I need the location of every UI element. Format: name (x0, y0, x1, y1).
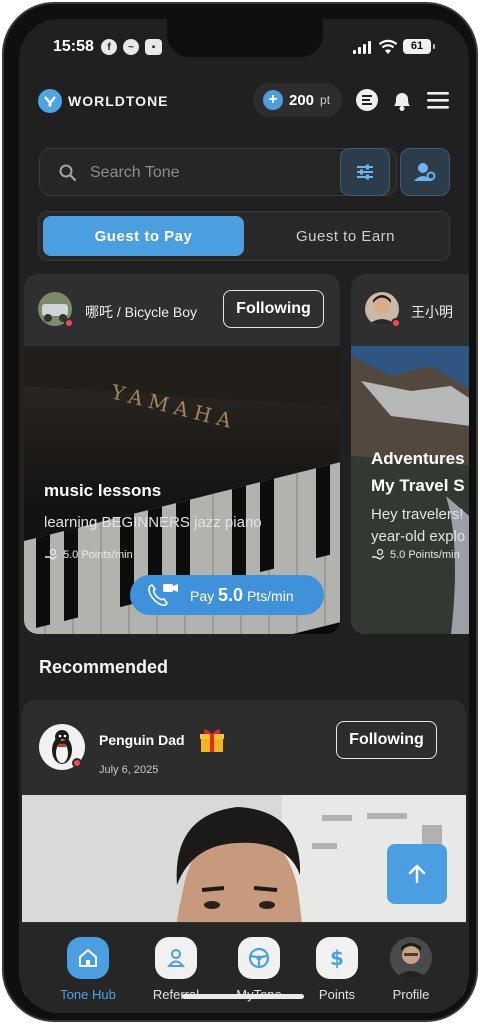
mode-toggle: Guest to Pay Guest to Earn (38, 211, 450, 261)
wifi-icon (378, 39, 398, 54)
notification-icons: f ~ ▪ (101, 39, 162, 55)
card-description-line-2: year-old explo (371, 528, 466, 545)
steering-icon (238, 937, 280, 979)
pay-video-call-button[interactable]: Pay 5.0 Pts/min (130, 575, 324, 615)
pay-unit: Pts/min (246, 587, 294, 604)
card-host-name: 哪吒 / Bicycle Boy (85, 304, 198, 320)
section-title: Recommended (39, 657, 169, 677)
facebook-icon: f (101, 39, 117, 55)
brand-logo[interactable]: WORLDTONE (38, 89, 169, 113)
post-date: July 6, 2025 (99, 764, 159, 776)
filter-button[interactable] (340, 148, 390, 196)
cell-signal-icon (353, 41, 371, 54)
dollar-icon: $ (316, 937, 358, 979)
points-balance[interactable]: + 200 pt (253, 83, 343, 117)
status-time: 15:58 (53, 38, 94, 55)
live-status-dot (391, 318, 401, 328)
points-unit: pt (320, 93, 331, 107)
camera-notch (167, 19, 323, 57)
menu-icon[interactable] (425, 87, 451, 113)
nav-label: Tone Hub (60, 987, 116, 1002)
phone-frame: 15:58 f ~ ▪ 61 WORLDTONE + 200 pt Search… (2, 2, 478, 1022)
points-value: 200 (289, 91, 315, 109)
home-indicator (182, 994, 304, 999)
card-rate: 5.0 Points/min (44, 548, 133, 562)
guest-to-pay-tab[interactable]: Guest to Pay (43, 216, 244, 256)
messenger-icon: ~ (123, 39, 139, 55)
profile-avatar (390, 937, 432, 979)
pay-label: Pay 5.0 Pts/min (190, 585, 294, 606)
card-title-line-2: My Travel S (371, 476, 465, 495)
card-title: music lessons (44, 481, 162, 500)
nav-points[interactable]: $ Points (297, 937, 377, 1002)
add-points-icon[interactable]: + (263, 90, 283, 110)
bell-icon[interactable] (389, 87, 415, 113)
card-rate: 5.0 Points/min (371, 548, 460, 562)
card-header: 哪吒 / Bicycle Boy Following (24, 274, 340, 346)
nav-profile[interactable]: Profile (371, 937, 451, 1002)
card-description: Hey travelers! (371, 506, 464, 523)
following-button[interactable]: Following (336, 721, 437, 759)
battery-indicator: 61 (403, 39, 435, 54)
logo-icon (38, 89, 62, 113)
avatar[interactable] (39, 724, 85, 770)
card-rate-text: 5.0 Points/min (63, 549, 133, 561)
app-screen: 15:58 f ~ ▪ 61 WORLDTONE + 200 pt Search… (19, 19, 469, 1013)
live-status-dot (72, 758, 82, 768)
tone-card[interactable]: 哪吒 / Bicycle Boy Following YAMAHA music … (24, 274, 340, 634)
arrow-up-icon (408, 864, 426, 884)
bottom-nav: Tone Hub Referral MyTone $ Points Profil… (19, 922, 469, 1013)
nav-tone-hub[interactable]: Tone Hub (48, 937, 128, 1002)
nav-label: Profile (392, 987, 430, 1002)
card-description: learning BEGINNERS jazz piano (44, 514, 262, 531)
card-rate-text: 5.0 Points/min (390, 549, 460, 561)
user-search-icon (414, 163, 436, 181)
phone-video-icon (148, 583, 178, 607)
user-search-button[interactable] (400, 148, 450, 196)
live-status-dot (64, 318, 74, 328)
pay-value: 5.0 (218, 584, 244, 605)
following-button[interactable]: Following (223, 290, 324, 328)
chat-icon[interactable] (354, 87, 380, 113)
post-author-name: Penguin Dad (99, 732, 185, 748)
search-input[interactable] (90, 161, 330, 185)
pay-prefix: Pay (190, 587, 215, 604)
nav-label: Points (318, 987, 356, 1002)
card-title: Adventures (371, 449, 465, 468)
guest-to-earn-tab[interactable]: Guest to Earn (245, 216, 446, 256)
hand-coin-icon (372, 548, 385, 560)
hand-coin-icon (45, 548, 58, 560)
home-icon (67, 937, 109, 979)
gift-icon[interactable] (198, 726, 226, 754)
card-header: 王小明 (351, 274, 469, 346)
referral-icon (155, 937, 197, 979)
nav-mytone[interactable]: MyTone (219, 937, 299, 1002)
scroll-to-top-button[interactable] (387, 844, 447, 904)
brand-name: WORLDTONE (68, 93, 169, 109)
tone-card[interactable]: 王小明 Adventures My Travel S Hey travelers… (351, 274, 469, 634)
search-icon (59, 164, 77, 182)
message-icon: ▪ (145, 39, 162, 55)
card-host-name: 王小明 (411, 304, 453, 320)
nav-referral[interactable]: Referral (136, 937, 216, 1002)
app-header: WORLDTONE + 200 pt (19, 83, 469, 133)
sliders-icon (357, 164, 373, 180)
